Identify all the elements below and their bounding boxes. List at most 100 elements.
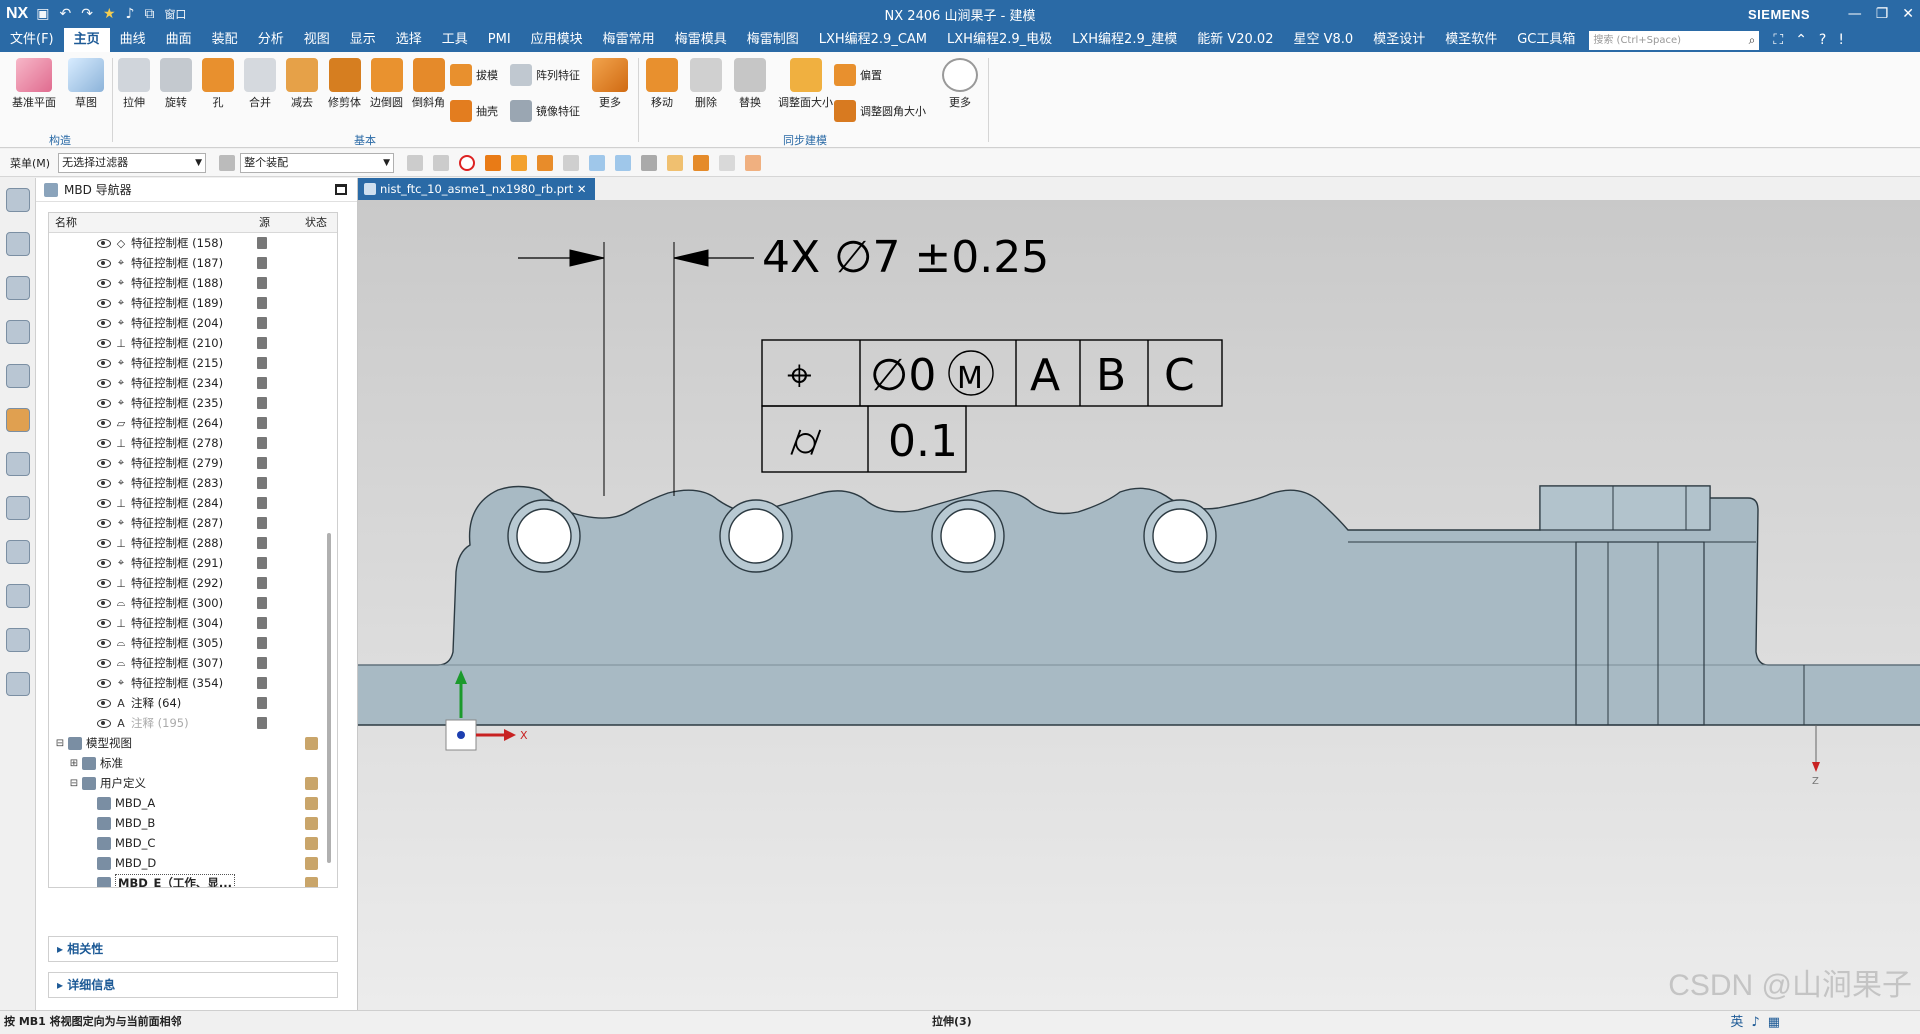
assembly-navigator-icon[interactable] [6,276,30,300]
tree-row-feature[interactable]: ⌖ 特征控制框 (188) [49,273,337,293]
tree-row-feature[interactable]: ⊥ 特征控制框 (288) [49,533,337,553]
basic-button-3[interactable]: 合并 [244,58,276,110]
basic-button-2[interactable]: 孔 [202,58,234,110]
menu-17[interactable]: LXH编程2.9_建模 [1062,28,1187,52]
sync-button-3[interactable]: 调整面大小 [778,58,833,110]
visibility-eye-icon[interactable] [97,258,111,268]
visibility-eye-icon[interactable] [97,618,111,628]
menu-16[interactable]: LXH编程2.9_电极 [937,28,1062,52]
visibility-eye-icon[interactable] [97,378,111,388]
menu-20[interactable]: 模圣设计 [1363,28,1435,52]
visibility-eye-icon[interactable] [97,558,111,568]
redo-icon[interactable]: ↷ [81,6,93,22]
menu-1[interactable]: 主页 [63,28,110,52]
visibility-eye-icon[interactable] [97,418,111,428]
tree-row-current-view[interactable]: MBD_E（工作、显... [49,873,337,887]
document-tab[interactable]: nist_ftc_10_asme1_nx1980_rb.prt ✕ [358,178,595,200]
window-menu[interactable]: 窗口 [164,6,186,22]
feature-control-frame[interactable] [761,339,1223,473]
column-status-header[interactable]: 状态 [299,213,327,232]
column-name-header[interactable]: 名称 [49,213,253,232]
visibility-eye-icon[interactable] [97,538,111,548]
visibility-eye-icon[interactable] [97,438,111,448]
point-icon[interactable] [615,154,632,171]
menu-10[interactable]: PMI [478,28,521,52]
visibility-eye-icon[interactable] [97,518,111,528]
visibility-eye-icon[interactable] [97,318,111,328]
tree-row-feature[interactable]: ⊥ 特征控制框 (304) [49,613,337,633]
shell-button[interactable]: 抽壳 [450,100,498,122]
sketch-button[interactable]: 草图 [68,58,104,110]
dimension-text[interactable]: 4X ∅7 ±0.25 [762,232,1049,283]
menu-18[interactable]: 能新 V20.02 [1187,28,1283,52]
feature-icon[interactable] [693,154,710,171]
menu-15[interactable]: LXH编程2.9_CAM [809,28,937,52]
view-icon[interactable] [719,154,736,171]
reuse-library-icon[interactable] [6,452,30,476]
tree-row-feature[interactable]: ⊥ 特征控制框 (210) [49,333,337,353]
hole-dimension[interactable] [518,242,754,496]
web-browser-icon[interactable] [6,540,30,564]
tree-row-hidden-note[interactable]: A 注释 (195) [49,713,337,733]
visibility-eye-icon[interactable] [97,698,111,708]
part-body[interactable] [358,485,1920,726]
tree-row-feature[interactable]: ⌓ 特征控制框 (300) [49,593,337,613]
navigator-tree[interactable]: 名称 源 状态 ◇ 特征控制框 (158) ⌖ 特征控制框 (187) ⌖ 特征控制框 (… [48,212,338,888]
ime-language[interactable]: 英 [1730,1012,1743,1034]
collapse-ribbon-icon[interactable]: ⌃ [1795,32,1807,48]
tree-row-feature[interactable]: ⌖ 特征控制框 (235) [49,393,337,413]
microphone-icon[interactable]: ♪ [126,6,135,22]
fullscreen-icon[interactable]: ⛶ [1773,32,1783,48]
sheet-body-icon[interactable] [537,154,554,171]
roles-icon[interactable] [6,672,30,696]
details-section[interactable]: ▸ 详细信息 [48,972,338,998]
solid-body-icon[interactable] [485,154,502,171]
visibility-eye-icon[interactable] [97,358,111,368]
history-icon[interactable] [6,584,30,608]
visibility-eye-icon[interactable] [97,278,111,288]
offset-button[interactable]: 偏置 [834,64,882,86]
visibility-eye-icon[interactable] [97,398,111,408]
visibility-eye-icon[interactable] [97,678,111,688]
tree-row-feature[interactable]: ⊥ 特征控制框 (278) [49,433,337,453]
ime-mic-icon[interactable]: ♪ [1751,1012,1759,1034]
filter-icon[interactable] [219,154,236,171]
tree-row-feature[interactable]: ⌖ 特征控制框 (291) [49,553,337,573]
ime-keyboard-icon[interactable]: ▦ [1768,1012,1780,1034]
close-icon[interactable]: ✕ [1902,6,1914,22]
tab-close-icon[interactable]: ✕ [577,182,587,196]
tree-row-feature[interactable]: ◇ 特征控制框 (158) [49,233,337,253]
assembly-icon[interactable] [667,154,684,171]
settings-icon[interactable] [6,188,30,212]
menu-9[interactable]: 工具 [432,28,478,52]
menu-21[interactable]: 模圣软件 [1435,28,1507,52]
mirror-feature-button[interactable]: 镜像特征 [510,100,580,122]
basic-button-6[interactable]: 边倒圆 [370,58,403,110]
basic-button-0[interactable]: 拉伸 [118,58,150,110]
layer-icon[interactable] [745,154,762,171]
help-icon[interactable]: ? [1819,32,1826,48]
graphics-window[interactable]: 4X ∅7 ±0.25 ⌖ ∅0 M A B C ⌭ 0.1 X Z [358,200,1920,1010]
tree-scrollbar[interactable] [327,533,331,863]
relations-section[interactable]: ▸ 相关性 [48,936,338,962]
tree-row-feature[interactable]: ⊥ 特征控制框 (284) [49,493,337,513]
expand-icon[interactable]: ⊞ [69,758,79,769]
tree-row-feature[interactable]: ⌓ 特征控制框 (305) [49,633,337,653]
sync-more-button[interactable]: 更多 [942,58,978,110]
basic-button-1[interactable]: 旋转 [160,58,192,110]
save-icon[interactable]: ▣ [36,6,49,22]
tree-row-feature[interactable]: ⌖ 特征控制框 (187) [49,253,337,273]
tree-row-feature[interactable]: ⌖ 特征控制框 (279) [49,453,337,473]
tree-row-view[interactable]: MBD_D [49,853,337,873]
tree-row-feature[interactable]: ▱ 特征控制框 (264) [49,413,337,433]
main-menu-button[interactable]: 菜单(M) [0,155,58,171]
hd3d-icon[interactable] [6,496,30,520]
mbd-navigator-icon[interactable] [6,408,30,432]
menu-5[interactable]: 分析 [248,28,294,52]
command-search-input[interactable]: 搜索 (Ctrl+Space) ⌕ [1589,30,1760,50]
system-materials-icon[interactable] [6,628,30,652]
part-navigator-icon[interactable] [6,232,30,256]
minimize-icon[interactable]: — [1848,6,1862,22]
star-icon[interactable]: ★ [103,6,116,22]
menu-2[interactable]: 曲线 [110,28,156,52]
